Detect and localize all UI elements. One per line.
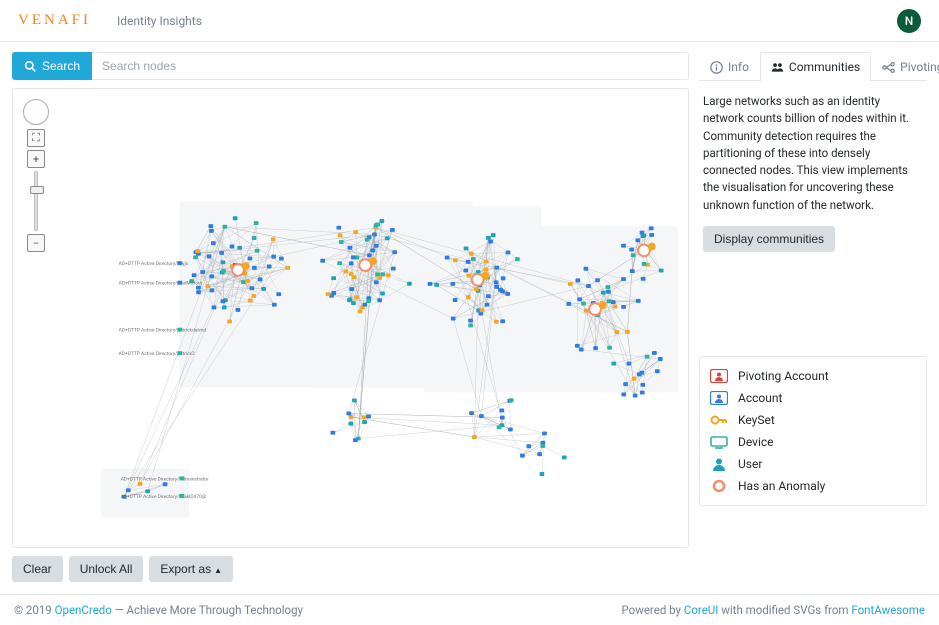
opencredo-link[interactable]: OpenCredo [55,603,112,617]
tab-communities-label: Communities [789,60,860,74]
svg-text:AD+DTTP Active Directory/patri: AD+DTTP Active Directory/patrickdalvist [119,328,207,334]
legend-user: User [710,453,916,475]
legend-anomaly: Has an Anomaly [710,475,916,497]
unlock-all-button[interactable]: Unlock All [69,556,144,582]
search-icon [24,60,37,73]
user-icon [710,457,728,471]
brand-logo: VENAFI [18,12,91,29]
fontawesome-link[interactable]: FontAwesome [851,603,925,617]
legend-device: Device [710,431,916,453]
network-graph[interactable]: AD+DTTP Active Directory/keyjsAD+DTTP Ac… [13,89,688,539]
legend-account: Account [710,387,916,409]
tab-info-label: Info [728,60,749,74]
search-input[interactable] [92,52,689,80]
user-avatar[interactable]: N [897,9,921,33]
tab-info[interactable]: Info [699,52,760,81]
footer-powered: Powered by CoreUI with modified SVGs fro… [621,603,925,617]
communities-description: Large networks such as an identity netwo… [699,81,927,226]
app-header: VENAFI Identity Insights N [0,0,939,42]
graph-canvas[interactable]: ⛶ + − AD+DTTP Active Directory/keyjsAD+D… [12,88,689,548]
canvas-actions: Clear Unlock All Export as▲ [12,556,689,582]
search-button-label: Search [42,59,80,73]
tab-communities[interactable]: Communities [760,52,871,81]
tab-pivoting-label: Pivoting [900,60,939,74]
svg-text:AD+DTTP Active Directory/Admin: AD+DTTP Active Directory/Administrator [121,476,209,482]
legend-pivoting-account: Pivoting Account [710,365,916,387]
footer: © 2019 OpenCredo — Achieve More Through … [0,594,939,625]
export-button[interactable]: Export as▲ [149,556,233,582]
info-icon [710,61,723,74]
legend-keyset: KeySet [710,409,916,431]
clear-button[interactable]: Clear [12,556,63,582]
side-tabs: Info Communities Pivoting [699,52,927,81]
device-icon [710,435,728,449]
keyset-icon [710,413,728,427]
app-subtitle: Identity Insights [117,14,202,28]
search-bar: Search [12,52,689,80]
account-icon [710,391,728,405]
svg-text:AD+DTTP Active Directory/patri: AD+DTTP Active Directory/patrick2 [119,351,195,357]
footer-copyright: © 2019 OpenCredo — Achieve More Through … [14,603,303,617]
caret-up-icon: ▲ [214,566,222,575]
search-button[interactable]: Search [12,52,92,80]
display-communities-button[interactable]: Display communities [703,226,835,252]
legend: Pivoting Account Account KeySet Device U… [699,356,927,506]
coreui-link[interactable]: CoreUI [684,603,719,617]
communities-icon [771,61,784,74]
pivoting-icon [882,61,895,74]
svg-text:AD+DTTP Active Directory/paulM: AD+DTTP Active Directory/paulMitford [119,280,203,287]
svg-text:AD+DTTP Active Directory/kilak: AD+DTTP Active Directory/kilakID470@ [121,494,207,500]
pivoting-account-icon [710,369,728,383]
anomaly-icon [710,479,728,493]
tab-pivoting[interactable]: Pivoting [871,52,939,81]
